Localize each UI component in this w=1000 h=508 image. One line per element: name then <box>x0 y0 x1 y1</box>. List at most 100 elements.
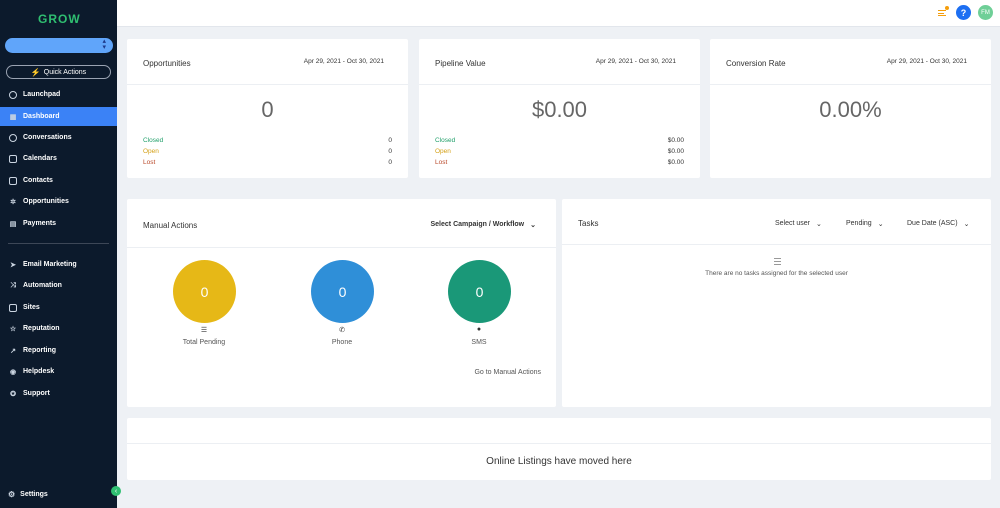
sidebar-item-label: Contacts <box>23 177 53 184</box>
sidebar-item-helpdesk[interactable]: ◉ Helpdesk <box>0 362 117 381</box>
chevron-down-icon: ⌄ <box>877 221 884 228</box>
sidebar-divider <box>8 243 109 244</box>
go-to-manual-actions-link[interactable]: Go to Manual Actions <box>474 369 541 376</box>
select-label: Select Campaign / Workflow <box>430 221 525 228</box>
sidebar-item-conversations[interactable]: Conversations <box>0 128 117 147</box>
card-header: Opportunities Apr 29, 2021 - Oct 30, 202… <box>127 39 408 85</box>
stat-row-lost: Lost $0.00 <box>435 159 684 166</box>
sidebar-item-dashboard[interactable]: ▦ Dashboard <box>0 107 117 126</box>
chevron-updown-icon: ▴ ▾ <box>102 38 106 51</box>
manual-actions-card: Manual Actions Select Campaign / Workflo… <box>127 199 556 407</box>
settings-label: Settings <box>20 491 48 498</box>
sidebar-item-label: Dashboard <box>23 113 60 120</box>
sidebar-item-support[interactable]: ✪ Support <box>0 384 117 403</box>
conversion-value: 0.00% <box>819 97 882 122</box>
online-listings-card[interactable]: Online Listings have moved here <box>127 418 991 480</box>
opportunities-icon: ✲ <box>10 198 16 206</box>
payments-icon: ▤ <box>9 220 17 228</box>
support-icon: ✪ <box>10 390 16 398</box>
card-title: Tasks <box>578 219 599 228</box>
sort-filter[interactable]: Due Date (ASC) ⌄ <box>907 220 969 228</box>
card-header: Pipeline Value Apr 29, 2021 - Oct 30, 20… <box>419 39 700 85</box>
select-user-filter[interactable]: Select user ⌄ <box>775 220 822 228</box>
sidebar-item-automation[interactable]: ⤨ Automation <box>0 276 117 295</box>
bolt-icon: ⚡ <box>30 67 41 77</box>
automation-icon: ⤨ <box>10 281 16 289</box>
sidebar-item-email-marketing[interactable]: ➤ Email Marketing <box>0 255 117 274</box>
stat-row-closed: Closed 0 <box>143 137 392 144</box>
sidebar-item-label: Support <box>23 390 50 397</box>
sidebar-item-launchpad[interactable]: Launchpad <box>0 85 117 104</box>
sms-circle[interactable]: 0 <box>448 260 511 323</box>
stat-row-open: Open 0 <box>143 148 392 155</box>
sidebar-item-reporting[interactable]: ↗ Reporting <box>0 341 117 360</box>
chevron-down-icon: ⌄ <box>963 221 970 228</box>
stat-row-closed: Closed $0.00 <box>435 137 684 144</box>
phone-circle[interactable]: 0 <box>311 260 374 323</box>
status-filter[interactable]: Pending ⌄ <box>846 220 884 228</box>
sms-icon: ● <box>476 326 482 333</box>
sidebar-item-opportunities[interactable]: ✲ Opportunities <box>0 192 117 211</box>
chat-icon <box>9 133 17 142</box>
quick-actions-label: Quick Actions <box>43 68 87 76</box>
chevron-down-icon: ⌄ <box>530 222 536 229</box>
card-header: Conversion Rate Apr 29, 2021 - Oct 30, 2… <box>710 39 991 85</box>
pipeline-card: Pipeline Value Apr 29, 2021 - Oct 30, 20… <box>419 39 700 178</box>
collapse-sidebar-button[interactable]: ‹ <box>111 486 121 496</box>
stat-row-open: Open $0.00 <box>435 148 684 155</box>
total-pending-circle[interactable]: 0 <box>173 260 236 323</box>
help-button[interactable]: ? <box>956 5 971 20</box>
top-bar: ? FM <box>117 0 1000 27</box>
date-range: Apr 29, 2021 - Oct 30, 2021 <box>595 58 676 65</box>
sidebar-item-contacts[interactable]: Contacts <box>0 171 117 190</box>
online-listings-text: Online Listings have moved here <box>486 456 632 467</box>
card-header: Manual Actions Select Campaign / Workflo… <box>127 199 556 248</box>
sidebar-item-label: Launchpad <box>23 91 61 98</box>
sidebar-item-reputation[interactable]: ☆ Reputation <box>0 319 117 338</box>
opportunities-value: 0 <box>261 97 274 122</box>
contacts-icon <box>9 176 17 185</box>
tasks-card: Tasks Select user ⌄ Pending ⌄ Due Date (… <box>562 199 991 407</box>
gear-icon: ⚙ <box>8 490 16 499</box>
dashboard-icon: ▦ <box>9 113 17 121</box>
sidebar-item-payments[interactable]: ▤ Payments <box>0 214 117 233</box>
chevron-left-icon: ‹ <box>114 487 118 495</box>
sidebar-item-label: Conversations <box>23 134 72 141</box>
card-title: Pipeline Value <box>435 59 486 68</box>
sites-icon <box>9 303 17 312</box>
total-pending-label: Total Pending <box>182 339 226 346</box>
sidebar-item-label: Email Marketing <box>23 261 77 268</box>
avatar[interactable]: FM <box>978 5 993 20</box>
phone-label: Phone <box>331 339 353 346</box>
card-title: Opportunities <box>143 59 191 68</box>
quick-actions-button[interactable]: ⚡ Quick Actions <box>6 65 111 79</box>
stat-row-lost: Lost 0 <box>143 159 392 166</box>
launchpad-icon <box>9 90 17 99</box>
card-title: Conversion Rate <box>726 59 786 68</box>
send-icon: ➤ <box>10 261 16 269</box>
date-range: Apr 29, 2021 - Oct 30, 2021 <box>303 58 384 65</box>
pipeline-value: $0.00 <box>531 97 588 122</box>
list-icon: ☰ <box>200 327 208 334</box>
conversion-card: Conversion Rate Apr 29, 2021 - Oct 30, 2… <box>710 39 991 178</box>
card-title: Manual Actions <box>143 221 198 230</box>
sidebar-item-label: Sites <box>23 304 40 311</box>
sidebar-item-sites[interactable]: Sites <box>0 298 117 317</box>
sidebar-item-calendars[interactable]: Calendars <box>0 149 117 168</box>
sidebar-item-settings[interactable]: ⚙ Settings <box>8 490 48 499</box>
phone-icon: ✆ <box>339 327 345 334</box>
notes-icon[interactable] <box>937 6 949 18</box>
opportunities-card: Opportunities Apr 29, 2021 - Oct 30, 202… <box>127 39 408 178</box>
campaign-workflow-select[interactable]: Select Campaign / Workflow ⌄ <box>431 221 537 229</box>
sidebar-item-label: Reputation <box>23 325 60 332</box>
sidebar-item-label: Opportunities <box>23 198 69 205</box>
trend-icon: ↗ <box>10 347 16 355</box>
account-switcher[interactable]: ▴ ▾ <box>5 38 113 53</box>
calendar-icon <box>9 154 17 163</box>
sidebar-item-label: Reporting <box>23 347 57 354</box>
grow-logo[interactable]: GROW <box>38 12 81 26</box>
sidebar-item-label: Calendars <box>23 155 57 162</box>
chevron-down-icon: ⌄ <box>816 221 822 228</box>
star-icon: ☆ <box>9 325 17 333</box>
date-range: Apr 29, 2021 - Oct 30, 2021 <box>886 58 967 65</box>
